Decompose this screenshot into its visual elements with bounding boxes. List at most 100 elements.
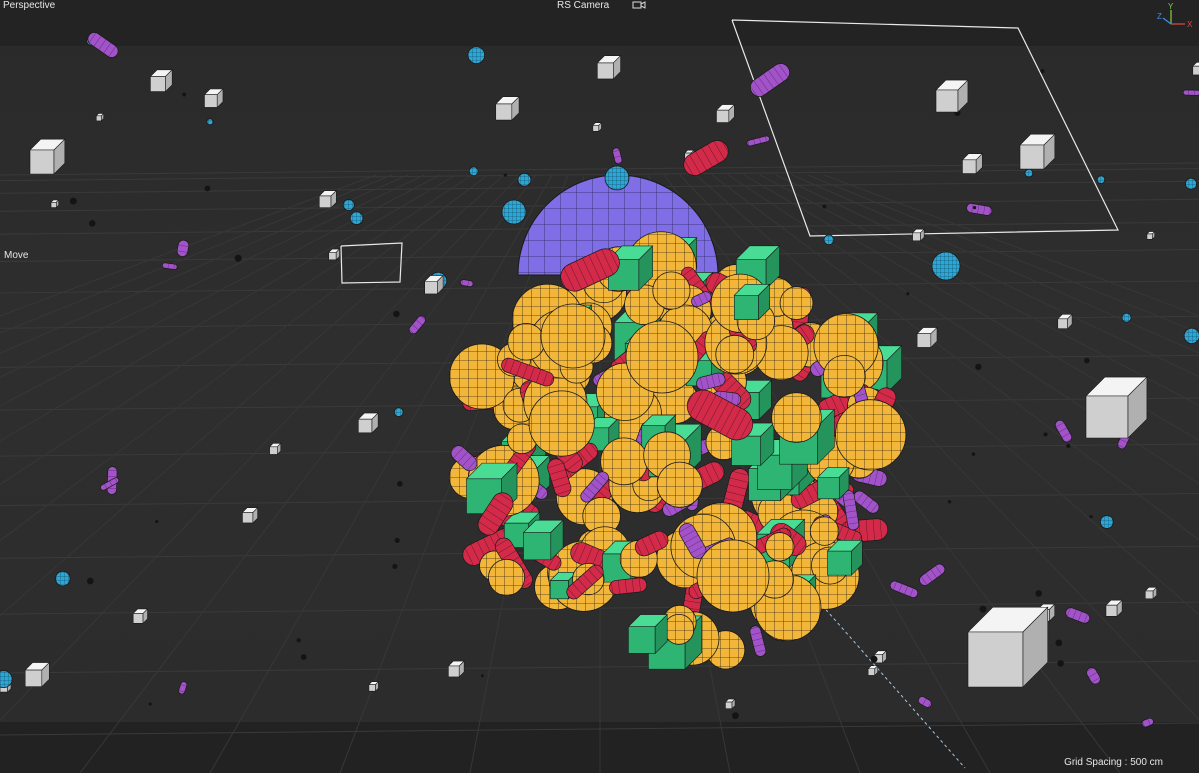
- grid-line: [0, 174, 393, 334]
- white-cube: [447, 660, 465, 678]
- debris-dot: [204, 185, 211, 192]
- debris-dot: [393, 310, 400, 318]
- cube-front: [628, 626, 656, 654]
- blue-sphere: [1096, 175, 1106, 184]
- white-cube: [95, 112, 105, 122]
- white-cube: [318, 189, 338, 209]
- axis-z-label: Z: [1157, 12, 1162, 21]
- scene-canvas[interactable]: [0, 0, 1199, 773]
- green-cube: [522, 519, 564, 561]
- debris-dot: [503, 173, 507, 177]
- cube-front: [368, 684, 376, 692]
- purple-capsule: [746, 135, 770, 147]
- cube-front: [1019, 144, 1045, 170]
- green-cube: [733, 283, 771, 321]
- white-cube: [328, 248, 341, 261]
- purple-capsule: [408, 315, 426, 335]
- orange-sphere: [715, 334, 755, 374]
- blue-sphere: [823, 234, 835, 246]
- debris-dot: [979, 605, 987, 613]
- blue-sphere: [468, 166, 479, 177]
- cube-front: [967, 631, 1024, 688]
- cube-front: [424, 280, 438, 295]
- orange-sphere: [779, 286, 814, 320]
- white-cube: [268, 442, 282, 456]
- white-cube: [1019, 133, 1056, 170]
- white-cube: [1192, 61, 1199, 76]
- white-cube: [1057, 313, 1073, 330]
- blue-sphere: [342, 199, 355, 211]
- cube-front: [916, 333, 932, 348]
- white-cube: [911, 228, 925, 242]
- cube-front: [1144, 590, 1154, 600]
- white-cube: [1105, 599, 1123, 618]
- debris-dot: [870, 655, 878, 663]
- orange-sphere: [652, 271, 691, 310]
- debris-dot: [1089, 515, 1093, 519]
- purple-capsule: [919, 563, 946, 586]
- axis-x-label: X: [1187, 20, 1193, 29]
- debris-dot: [972, 206, 977, 210]
- debris-dot: [394, 537, 400, 543]
- grid-line: [0, 174, 377, 317]
- debris-dot: [480, 674, 484, 678]
- blue-sphere: [1100, 515, 1114, 529]
- camera-icon[interactable]: [632, 0, 646, 10]
- cube-front: [549, 580, 569, 600]
- 3d-viewport[interactable]: Perspective RS Camera Move Grid Spacing …: [0, 0, 1199, 773]
- cube-front: [358, 418, 373, 434]
- blue-sphere: [55, 570, 71, 587]
- blue-sphere: [349, 211, 364, 225]
- purple-capsule: [889, 580, 919, 598]
- debris-dot: [732, 712, 739, 720]
- cube-front: [1105, 604, 1118, 617]
- cube-front: [716, 109, 730, 123]
- cube-front: [817, 476, 840, 500]
- orange-sphere: [696, 539, 770, 613]
- blue-sphere: [1121, 312, 1132, 323]
- selection-frame: [340, 242, 403, 284]
- purple-capsule: [750, 63, 790, 97]
- white-cube: [132, 608, 149, 625]
- cube-front: [1057, 318, 1068, 329]
- purple-capsule: [460, 279, 474, 288]
- cube-front: [328, 252, 337, 261]
- orange-sphere: [663, 613, 695, 645]
- grid-line: [0, 174, 489, 542]
- purple-capsule: [176, 239, 190, 257]
- debris-dot: [1040, 68, 1045, 74]
- purple-capsule: [612, 147, 623, 165]
- debris-dot: [906, 292, 910, 296]
- grid-line: [0, 174, 505, 617]
- axis-gizmo-icon[interactable]: Y Z X: [1157, 2, 1197, 30]
- orange-sphere: [540, 303, 606, 369]
- debris-dot: [1084, 357, 1090, 364]
- green-cube: [817, 466, 850, 500]
- cube-front: [962, 159, 977, 174]
- debris-dot: [971, 452, 976, 456]
- white-cube: [596, 54, 622, 80]
- cube-front: [242, 512, 254, 524]
- cube-front: [827, 550, 852, 576]
- white-cube: [495, 95, 520, 121]
- debris-dot: [1055, 639, 1063, 647]
- cube-front: [24, 669, 43, 687]
- orange-sphere: [507, 323, 546, 361]
- white-cube: [368, 680, 380, 692]
- orange-sphere: [625, 320, 699, 394]
- cube-front: [867, 668, 876, 676]
- debris-dot: [296, 638, 301, 643]
- view-name-label[interactable]: Perspective: [3, 0, 55, 12]
- white-cube: [29, 138, 66, 175]
- blue-sphere: [393, 407, 404, 417]
- cube-front: [725, 701, 733, 709]
- camera-name-label[interactable]: RS Camera: [557, 0, 609, 12]
- debris-dot: [1035, 590, 1043, 597]
- debris-dot: [1066, 443, 1071, 449]
- debris-dot: [89, 220, 96, 227]
- cube-front: [204, 94, 218, 108]
- debris-dot: [1057, 660, 1064, 667]
- debris-dot: [182, 92, 187, 97]
- white-cube: [357, 412, 379, 434]
- debris-dot: [947, 500, 952, 504]
